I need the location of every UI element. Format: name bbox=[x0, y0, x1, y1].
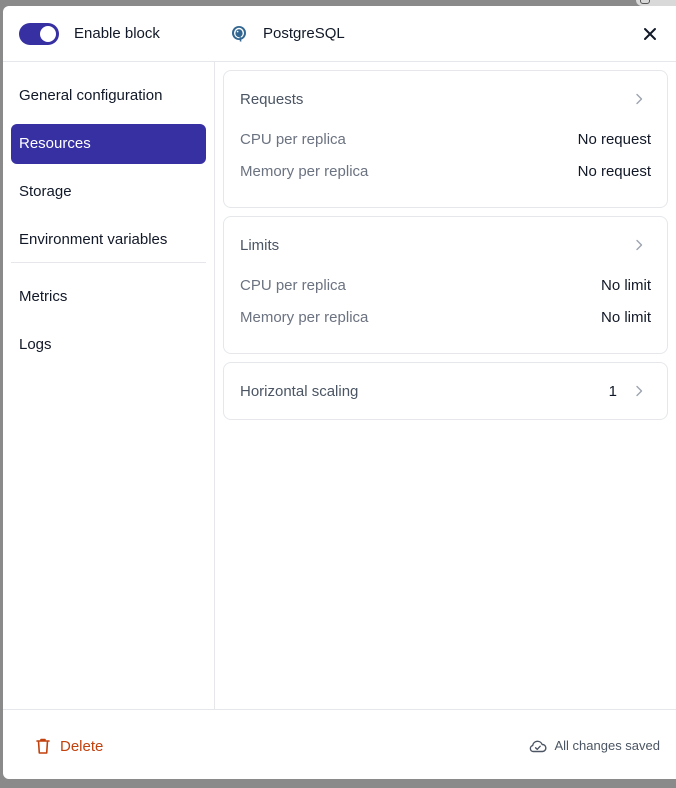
save-status-text: All changes saved bbox=[554, 738, 660, 753]
enable-block-label: Enable block bbox=[74, 25, 160, 42]
close-icon[interactable] bbox=[640, 24, 660, 44]
chevron-right-icon bbox=[636, 93, 643, 105]
requests-memory-value: No request bbox=[577, 163, 651, 180]
limits-memory-value: No limit bbox=[600, 309, 651, 326]
limits-memory-label: Memory per replica bbox=[240, 309, 369, 326]
trash-icon bbox=[36, 738, 50, 754]
save-status: All changes saved bbox=[529, 738, 660, 753]
sidebar-item-general-configuration[interactable]: General configuration bbox=[11, 76, 206, 116]
postgresql-elephant-icon bbox=[232, 26, 246, 42]
requests-cpu-value: No request bbox=[577, 131, 651, 148]
service-name: PostgreSQL bbox=[263, 25, 345, 42]
horizontal-scaling-card[interactable]: Horizontal scaling 1 bbox=[223, 362, 668, 420]
block-settings-dialog: Enable block PostgreSQL General configur… bbox=[3, 6, 676, 779]
resources-panel: Requests CPU per replica No request Memo… bbox=[216, 62, 676, 709]
chevron-right-icon bbox=[636, 385, 643, 397]
dialog-footer: Delete All changes saved bbox=[3, 709, 676, 779]
limits-card[interactable]: Limits CPU per replica No limit Memory p… bbox=[223, 216, 668, 354]
enable-block-toggle[interactable] bbox=[19, 23, 59, 45]
cloud-check-icon bbox=[530, 740, 548, 752]
chevron-right-icon bbox=[636, 239, 643, 251]
toggle-knob bbox=[40, 26, 56, 42]
delete-button[interactable]: Delete bbox=[35, 736, 103, 756]
sidebar-item-metrics[interactable]: Metrics bbox=[11, 277, 206, 317]
dialog-header: Enable block PostgreSQL bbox=[3, 6, 676, 62]
limits-title: Limits bbox=[240, 237, 280, 254]
horizontal-scaling-title: Horizontal scaling bbox=[240, 383, 359, 400]
delete-label: Delete bbox=[60, 737, 104, 755]
horizontal-scaling-value: 1 bbox=[608, 383, 617, 400]
sidebar-item-storage[interactable]: Storage bbox=[11, 172, 206, 212]
requests-title: Requests bbox=[240, 91, 304, 108]
limits-cpu-label: CPU per replica bbox=[240, 277, 346, 294]
requests-memory-label: Memory per replica bbox=[240, 163, 369, 180]
limits-cpu-value: No limit bbox=[600, 277, 651, 294]
sidebar-item-resources[interactable]: Resources bbox=[11, 124, 206, 164]
sidebar-item-logs[interactable]: Logs bbox=[11, 325, 206, 365]
sidebar-item-environment-variables[interactable]: Environment variables bbox=[11, 220, 206, 260]
requests-card[interactable]: Requests CPU per replica No request Memo… bbox=[223, 70, 668, 208]
settings-sidebar: General configuration Resources Storage … bbox=[3, 62, 215, 709]
background-window-icon bbox=[640, 0, 650, 4]
requests-cpu-label: CPU per replica bbox=[240, 131, 346, 148]
sidebar-divider bbox=[11, 262, 206, 263]
